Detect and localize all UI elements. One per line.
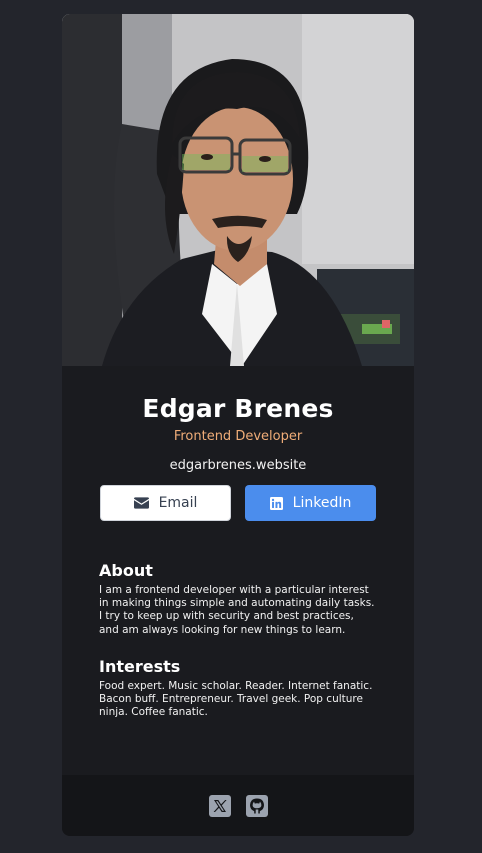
profile-photo: [62, 14, 414, 366]
interests-section: Interests Food expert. Music scholar. Re…: [99, 657, 375, 720]
profile-card: Edgar Brenes Frontend Developer edgarbre…: [62, 14, 414, 836]
about-section: About I am a frontend developer with a p…: [99, 561, 375, 637]
email-button-label: Email: [158, 495, 198, 511]
profile-name: Edgar Brenes: [142, 394, 334, 423]
social-footer: [62, 775, 414, 836]
website-link[interactable]: edgarbrenes.website: [62, 458, 414, 474]
profile-info: Edgar Brenes Frontend Developer edgarbre…: [62, 366, 414, 521]
email-button[interactable]: Email: [100, 485, 231, 521]
about-heading: About: [99, 561, 153, 580]
portrait-image: [62, 14, 414, 366]
interests-heading: Interests: [99, 656, 181, 676]
github-icon: [245, 794, 268, 817]
contact-buttons: Email LinkedIn: [100, 485, 376, 521]
linkedin-icon: [269, 496, 283, 510]
linkedin-button[interactable]: LinkedIn: [245, 485, 376, 521]
interests-text: Food expert. Music scholar. Reader. Inte…: [99, 679, 373, 719]
envelope-icon: [133, 497, 149, 509]
about-text: I am a frontend developer with a particu…: [99, 584, 375, 636]
x-twitter-icon: [208, 794, 231, 817]
linkedin-button-label: LinkedIn: [292, 495, 352, 511]
x-twitter-link[interactable]: [208, 794, 232, 818]
github-link[interactable]: [245, 794, 269, 818]
profile-title: Frontend Developer: [173, 429, 303, 444]
